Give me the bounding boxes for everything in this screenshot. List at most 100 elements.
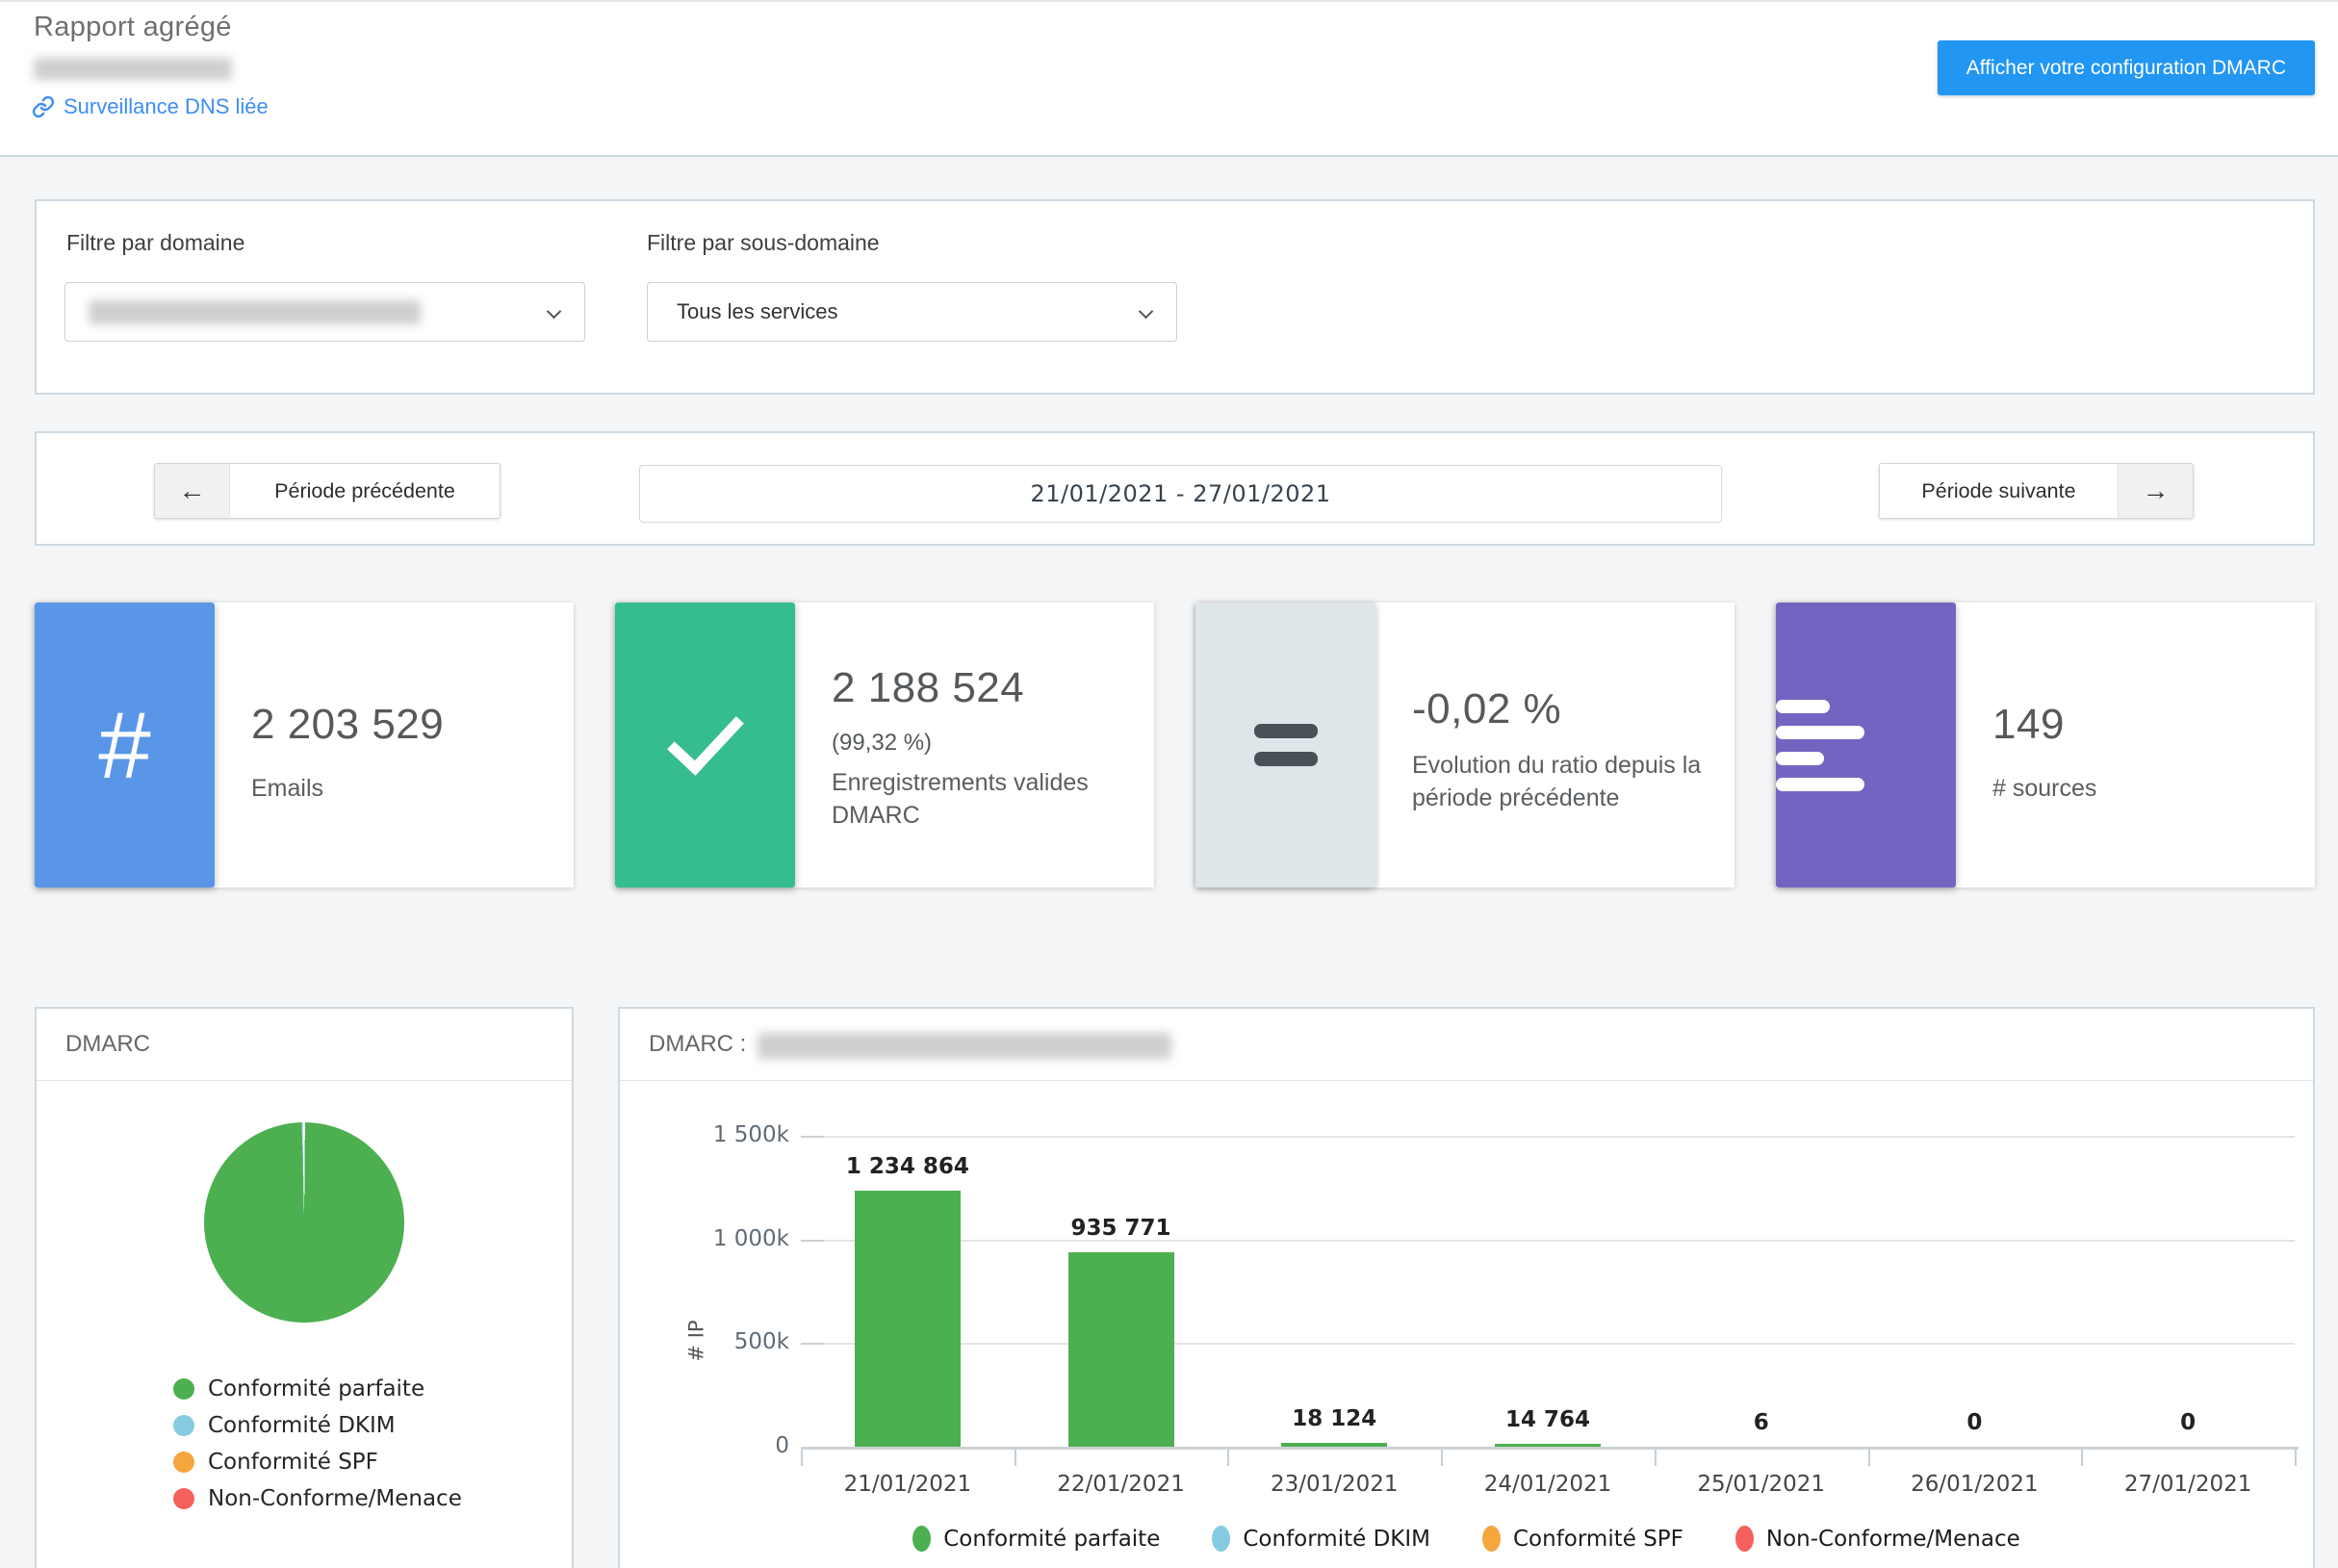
pie-legend-item[interactable]: Conformité parfaite [173, 1371, 462, 1407]
pie-legend-label: Conformité parfaite [208, 1376, 424, 1401]
dmarc-bar-chart: 0 500k 1 000k 1 500k # IP 1 234 864 21/01/2021… [620, 1081, 2313, 1568]
pie-legend-label: Conformité DKIM [208, 1413, 396, 1438]
bar-legend-label: Conformité DKIM [1243, 1527, 1430, 1552]
bar-21/01/2021[interactable] [855, 1191, 961, 1447]
x-axis-tick [1868, 1450, 1870, 1466]
bar-legend-item[interactable]: Non-Conforme/Menace [1735, 1526, 2020, 1552]
domain-filter-select[interactable] [64, 282, 585, 342]
bar-legend-item[interactable]: Conformité DKIM [1212, 1526, 1430, 1552]
legend-dot-icon [1212, 1526, 1230, 1552]
hash-icon: # [35, 603, 215, 887]
x-axis-tick [801, 1450, 803, 1466]
previous-period-button[interactable]: ← Période précédente [154, 463, 501, 519]
bar-value-label: 1 234 864 [801, 1154, 1015, 1179]
x-axis-tick [1441, 1450, 1443, 1466]
redacted-domain-subtitle [34, 58, 232, 80]
subdomain-filter-value: Tous les services [677, 299, 838, 324]
page-title: Rapport agrégé [34, 12, 232, 43]
y-axis-tick-label: 500k [649, 1329, 789, 1354]
bar-legend-label: Conformité parfaite [943, 1527, 1160, 1552]
dmarc-pie-card: DMARC Conformité parfaite Conformité DKIM… [35, 1007, 574, 1568]
pie-card-title: DMARC [65, 1031, 150, 1058]
ratio-evolution-value: -0,02 % [1412, 685, 1734, 733]
show-dmarc-config-button[interactable]: Afficher votre configuration DMARC [1938, 40, 2315, 95]
next-period-button[interactable]: Période suivante → [1879, 463, 2194, 519]
dmarc-pie-chart[interactable] [204, 1122, 404, 1323]
equals-icon [1195, 603, 1375, 887]
stat-card-emails: # 2 203 529 Emails [35, 603, 574, 887]
y-axis-tick-label: 0 [649, 1433, 789, 1458]
pie-legend-item[interactable]: Conformité DKIM [173, 1407, 462, 1444]
x-axis-category-label: 26/01/2021 [1868, 1472, 2082, 1497]
pie-legend-label: Non-Conforme/Menace [208, 1486, 462, 1511]
bar-value-label: 935 771 [1015, 1216, 1228, 1241]
previous-period-label: Période précédente [230, 464, 500, 518]
stat-card-ratio-evolution: -0,02 % Evolution du ratio depuis la pér… [1195, 603, 1734, 887]
bar-legend-label: Conformité SPF [1513, 1527, 1683, 1552]
legend-dot-icon [173, 1378, 194, 1400]
bar-legend-item[interactable]: Conformité SPF [1482, 1526, 1683, 1552]
x-axis-tick [1015, 1450, 1016, 1466]
emails-count: 2 203 529 [251, 701, 574, 749]
bar-value-label: 6 [1655, 1410, 1868, 1435]
bar-legend-item[interactable]: Conformité parfaite [912, 1526, 1160, 1552]
valid-dmarc-count: 2 188 524 [832, 664, 1154, 712]
legend-dot-icon [1735, 1526, 1754, 1552]
x-axis-category-label: 25/01/2021 [1655, 1472, 1868, 1497]
dmarc-bar-card: DMARC : 0 500k 1 000k 1 500k # IP 1 234 864 21… [618, 1007, 2315, 1568]
redacted-bar-card-domain [758, 1033, 1171, 1059]
ratio-evolution-label: Evolution du ratio depuis la période pré… [1412, 749, 1730, 814]
x-axis-category-label: 21/01/2021 [801, 1472, 1015, 1497]
chevron-down-icon [547, 304, 562, 320]
pie-legend: Conformité parfaite Conformité DKIM Confor… [173, 1371, 462, 1517]
stat-card-sources: 149 # sources [1776, 603, 2315, 887]
axis-tick [801, 1136, 824, 1138]
bar-23/01/2021[interactable] [1281, 1443, 1387, 1447]
pie-legend-item[interactable]: Conformité SPF [173, 1444, 462, 1480]
x-axis-tick [1227, 1450, 1229, 1466]
chevron-down-icon [1139, 304, 1154, 320]
dns-monitoring-link[interactable]: Surveillance DNS liée [32, 94, 269, 119]
x-axis-tick [2295, 1450, 2297, 1466]
list-icon [1776, 603, 1956, 887]
bar-legend: Conformité parfaite Conformité DKIM Confor… [620, 1526, 2313, 1552]
subdomain-filter-label: Filtre par sous-domaine [647, 230, 880, 256]
legend-dot-icon [173, 1415, 194, 1436]
bar-legend-label: Non-Conforme/Menace [1766, 1527, 2020, 1552]
date-range-input[interactable]: 21/01/2021 - 27/01/2021 [639, 465, 1722, 523]
bar-24/01/2021[interactable] [1495, 1444, 1601, 1447]
sources-count: 149 [1992, 701, 2315, 749]
filter-card: Filtre par domaine Filtre par sous-domai… [35, 199, 2315, 395]
x-axis-category-label: 22/01/2021 [1015, 1472, 1228, 1497]
link-icon [32, 95, 55, 118]
stat-card-valid-dmarc: 2 188 524 (99,32 %) Enregistrements vali… [615, 603, 1154, 887]
axis-tick [801, 1240, 824, 1242]
y-axis-tick-label: 1 500k [649, 1122, 789, 1147]
bar-value-label: 14 764 [1441, 1407, 1655, 1432]
x-axis-line [801, 1447, 2299, 1450]
bar-card-title: DMARC : [649, 1031, 746, 1058]
bar-value-label: 0 [2081, 1410, 2295, 1435]
y-axis-tick-label: 1 000k [649, 1226, 789, 1251]
x-axis-category-label: 27/01/2021 [2081, 1472, 2295, 1497]
domain-filter-label: Filtre par domaine [66, 230, 244, 256]
check-icon [615, 603, 795, 887]
gridline [801, 1343, 2295, 1345]
arrow-right-icon: → [2118, 464, 2193, 518]
y-axis-title: # IP [685, 1320, 708, 1361]
bar-value-label: 18 124 [1227, 1406, 1441, 1431]
pie-legend-item[interactable]: Non-Conforme/Menace [173, 1480, 462, 1517]
arrow-left-icon: ← [155, 464, 230, 518]
period-navigation-card: ← Période précédente 21/01/2021 - 27/01/… [35, 431, 2315, 546]
x-axis-tick [1655, 1450, 1657, 1466]
bar-value-label: 0 [1868, 1410, 2082, 1435]
legend-dot-icon [173, 1452, 194, 1473]
pie-legend-label: Conformité SPF [208, 1450, 378, 1475]
valid-dmarc-percent: (99,32 %) [832, 730, 1154, 757]
valid-dmarc-label: Enregistrements valides DMARC [832, 766, 1130, 832]
legend-dot-icon [1482, 1526, 1501, 1552]
x-axis-category-label: 24/01/2021 [1441, 1472, 1655, 1497]
emails-label: Emails [251, 772, 574, 805]
bar-22/01/2021[interactable] [1068, 1252, 1174, 1447]
subdomain-filter-select[interactable]: Tous les services [647, 282, 1177, 342]
